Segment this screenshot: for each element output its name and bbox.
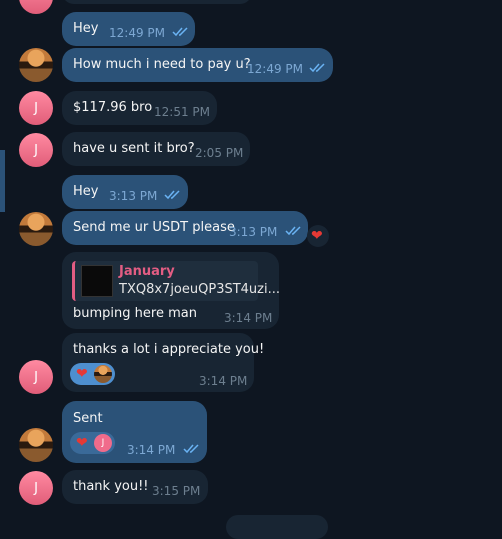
message-bubble-outgoing[interactable]: Send me ur USDT please 3:13 PM — [62, 211, 308, 245]
message-time: 3:14 PM — [199, 374, 248, 388]
message-text: Sent — [73, 411, 103, 426]
avatar-initial[interactable]: J — [19, 91, 53, 125]
message-time: 3:14 PM — [224, 311, 273, 325]
message-bubble-incoming[interactable]: have u sent it bro? 2:05 PM — [62, 132, 250, 166]
message-text: thanks a lot i appreciate you! — [73, 342, 265, 357]
message-bubble-outgoing[interactable]: Hey 12:49 PM — [62, 12, 195, 46]
message-text: thank you!! — [73, 479, 149, 494]
message-bubble-incoming[interactable]: January TXQ8x7joeuQP3ST4uzi... bumping h… — [62, 252, 280, 329]
reaction-pill[interactable]: ❤ J — [70, 432, 115, 454]
message-time: 2:05 PM — [195, 146, 244, 160]
message-time: 3:13 PM — [229, 225, 278, 239]
message-bubble-clipped-bottom[interactable] — [226, 515, 328, 539]
reaction-pill[interactable]: ❤ — [70, 363, 115, 385]
double-check-icon — [285, 226, 301, 236]
message-text: bumping here man — [73, 306, 197, 321]
message-time: 3:14 PM — [127, 443, 176, 457]
double-check-icon — [164, 190, 180, 200]
reactor-avatar — [94, 365, 112, 383]
message-time: 12:49 PM — [247, 62, 303, 76]
message-time: 3:13 PM — [109, 189, 158, 203]
avatar-initial[interactable]: J — [19, 471, 53, 505]
double-check-icon — [172, 27, 188, 37]
message-bubble-incoming[interactable]: $117.96 bro 12:51 PM — [62, 91, 217, 125]
heart-icon: ❤ — [76, 366, 88, 382]
message-bubble-outgoing[interactable]: Hey 3:13 PM — [62, 175, 188, 209]
reply-author: January — [119, 264, 175, 279]
message-time: 3:15 PM — [152, 484, 201, 498]
double-check-icon — [309, 63, 325, 73]
avatar-initial[interactable]: J — [19, 133, 53, 167]
message-bubble-incoming[interactable]: thanks a lot i appreciate you! ❤ 3:14 PM — [62, 333, 264, 392]
reaction-badge[interactable]: ❤ — [307, 225, 329, 247]
avatar-sender-photo[interactable] — [19, 428, 53, 462]
avatar-clipped-top[interactable] — [19, 0, 53, 14]
reply-quote[interactable]: January TXQ8x7joeuQP3ST4uzi... — [72, 261, 280, 301]
double-check-icon — [183, 444, 199, 454]
chat-edge-accent — [0, 150, 5, 212]
avatar-initial[interactable]: J — [19, 360, 53, 394]
message-text: How much i need to pay u? — [73, 57, 251, 72]
heart-icon: ❤ — [311, 228, 323, 244]
reply-thumbnail — [81, 265, 113, 297]
reactor-avatar: J — [94, 434, 112, 452]
message-text: Hey — [73, 21, 99, 36]
reply-snippet: TXQ8x7joeuQP3ST4uzi... — [119, 282, 280, 297]
message-bubble-outgoing[interactable]: Sent ❤ J 3:14 PM — [62, 401, 207, 463]
heart-icon: ❤ — [76, 435, 88, 451]
message-bubble-incoming[interactable]: thank you!! 3:15 PM — [62, 470, 208, 504]
message-time: 12:49 PM — [109, 26, 165, 40]
message-time: 12:51 PM — [154, 105, 210, 119]
message-bubble-outgoing[interactable]: How much i need to pay u? 12:49 PM — [62, 48, 333, 82]
avatar-sender-photo[interactable] — [19, 212, 53, 246]
message-text: Send me ur USDT please — [73, 220, 235, 235]
avatar-sender-photo[interactable] — [19, 48, 53, 82]
message-bubble-clipped-top[interactable] — [62, 0, 252, 4]
message-text: $117.96 bro — [73, 100, 153, 115]
message-text: have u sent it bro? — [73, 141, 195, 156]
message-text: Hey — [73, 184, 99, 199]
